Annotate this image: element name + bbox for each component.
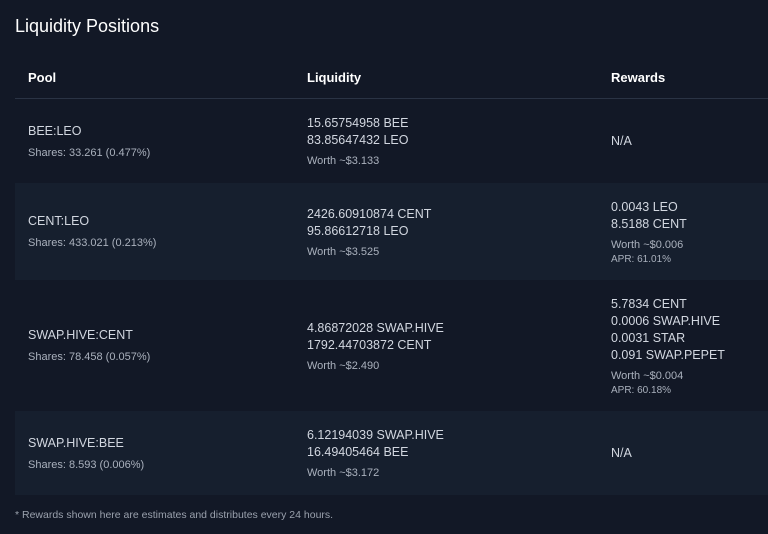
- liquidity-cell: 4.86872028 SWAP.HIVE 1792.44703872 CENT …: [307, 280, 444, 411]
- rewards-cell: N/A: [611, 99, 632, 183]
- reward-amount: 0.0006 SWAP.HIVE: [611, 313, 721, 328]
- liquidity-worth: Worth ~$3.525: [307, 245, 380, 258]
- liquidity-amount: 6.12194039 SWAP.HIVE: [307, 428, 444, 442]
- liquidity-amount: 83.85647432 LEO: [307, 133, 409, 147]
- liquidity-amount: 15.65754958 BEE: [307, 116, 409, 130]
- rewards-na: N/A: [611, 134, 632, 148]
- rewards-footnote: * Rewards shown here are estimates and d…: [15, 509, 334, 521]
- pool-name: SWAP.HIVE:BEE: [28, 435, 124, 450]
- column-header-liquidity: Liquidity: [307, 69, 362, 85]
- pool-name: CENT:LEO: [28, 214, 90, 228]
- liquidity-amount: 16.49405464 BEE: [307, 445, 409, 459]
- rewards-cell: 0.0043 LEO 8.5188 CENT Worth ~$0.006 APR…: [611, 183, 687, 280]
- liquidity-worth: Worth ~$3.172: [307, 467, 380, 479]
- pool-name: BEE:LEO: [28, 123, 82, 138]
- reward-amount: 8.5188 CENT: [611, 216, 687, 231]
- table-row: SWAP.HIVE:BEE Shares: 8.593 (0.006%) 6.1…: [15, 411, 768, 495]
- liquidity-amount: 4.86872028 SWAP.HIVE: [307, 320, 444, 335]
- rewards-worth: Worth ~$0.004: [611, 369, 684, 382]
- table-row: CENT:LEO Shares: 433.021 (0.213%) 2426.6…: [15, 183, 768, 280]
- table-row: BEE:LEO Shares: 33.261 (0.477%) 15.65754…: [15, 99, 768, 183]
- liquidity-amount: 1792.44703872 CENT: [307, 337, 432, 352]
- liquidity-worth: Worth ~$3.133: [307, 155, 380, 167]
- liquidity-cell: 6.12194039 SWAP.HIVE 16.49405464 BEE Wor…: [307, 411, 444, 495]
- liquidity-cell: 2426.60910874 CENT 95.86612718 LEO Worth…: [307, 183, 431, 280]
- rewards-apr: APR: 60.18%: [611, 384, 672, 396]
- reward-amount: 0.0031 STAR: [611, 330, 686, 345]
- page-title: Liquidity Positions: [15, 16, 160, 36]
- pool-cell: BEE:LEO Shares: 33.261 (0.477%): [28, 99, 150, 183]
- rewards-apr: APR: 61.01%: [611, 253, 672, 265]
- liquidity-worth: Worth ~$2.490: [307, 359, 380, 372]
- liquidity-amount: 95.86612718 LEO: [307, 223, 409, 238]
- pool-shares: Shares: 78.458 (0.057%): [28, 351, 151, 363]
- rewards-cell: 5.7834 CENT 0.0006 SWAP.HIVE 0.0031 STAR…: [611, 280, 725, 411]
- liquidity-table: Pool Liquidity Rewards BEE:LEO Shares: 3…: [15, 56, 768, 495]
- pool-shares: Shares: 33.261 (0.477%): [28, 146, 151, 159]
- column-header-pool: Pool: [28, 69, 57, 85]
- pool-cell: CENT:LEO Shares: 433.021 (0.213%): [28, 183, 156, 280]
- pool-cell: SWAP.HIVE:BEE Shares: 8.593 (0.006%): [28, 411, 144, 495]
- liquidity-amount: 2426.60910874 CENT: [307, 206, 432, 221]
- pool-cell: SWAP.HIVE:CENT Shares: 78.458 (0.057%): [28, 280, 150, 411]
- reward-amount: 0.0043 LEO: [611, 199, 678, 214]
- table-row: SWAP.HIVE:CENT Shares: 78.458 (0.057%) 4…: [15, 280, 768, 411]
- reward-amount: 0.091 SWAP.PEPET: [611, 347, 725, 362]
- pool-name: SWAP.HIVE:CENT: [28, 328, 133, 342]
- rewards-na: N/A: [611, 446, 632, 460]
- rewards-cell: N/A: [611, 411, 632, 495]
- reward-amount: 5.7834 CENT: [611, 296, 687, 311]
- table-header: Pool Liquidity Rewards: [15, 56, 768, 99]
- column-header-rewards: Rewards: [611, 69, 666, 85]
- pool-shares: Shares: 433.021 (0.213%): [28, 237, 157, 249]
- liquidity-cell: 15.65754958 BEE 83.85647432 LEO Worth ~$…: [307, 99, 408, 183]
- rewards-worth: Worth ~$0.006: [611, 238, 684, 251]
- pool-shares: Shares: 8.593 (0.006%): [28, 458, 145, 471]
